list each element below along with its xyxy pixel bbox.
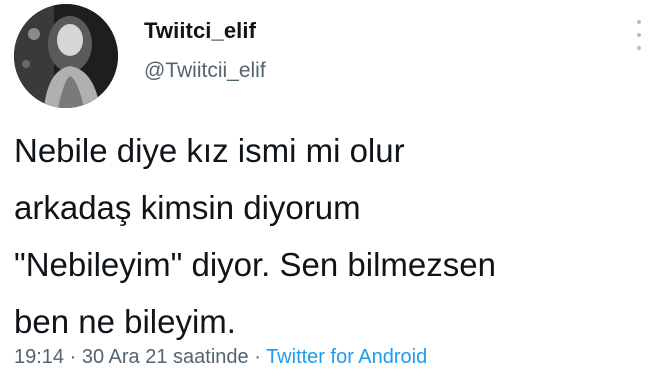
user-handle[interactable]: @Twiitcii_elif	[144, 59, 266, 83]
meta-separator: ·	[248, 346, 267, 368]
tweet-meta: 19:14 · 30 Ara 21 saatinde · Twitter for…	[14, 346, 427, 369]
meta-separator: ·	[64, 346, 82, 368]
more-vertical-icon	[637, 20, 641, 24]
tweet-text: Nebile diye kız ismi mi olur arkadaş kim…	[14, 132, 496, 340]
tweet-date[interactable]: 30 Ara 21 saatinde	[82, 346, 249, 368]
tweet-card: Twiitci_elif @Twiitcii_elif Nebile diye …	[0, 0, 672, 378]
avatar[interactable]	[14, 4, 118, 108]
tweet-time[interactable]: 19:14	[14, 346, 64, 368]
profile-photo	[14, 4, 118, 108]
tweet-source-link[interactable]: Twitter for Android	[266, 346, 427, 368]
more-options-button[interactable]	[630, 20, 648, 50]
display-name[interactable]: Twiitci_elif	[144, 18, 256, 44]
